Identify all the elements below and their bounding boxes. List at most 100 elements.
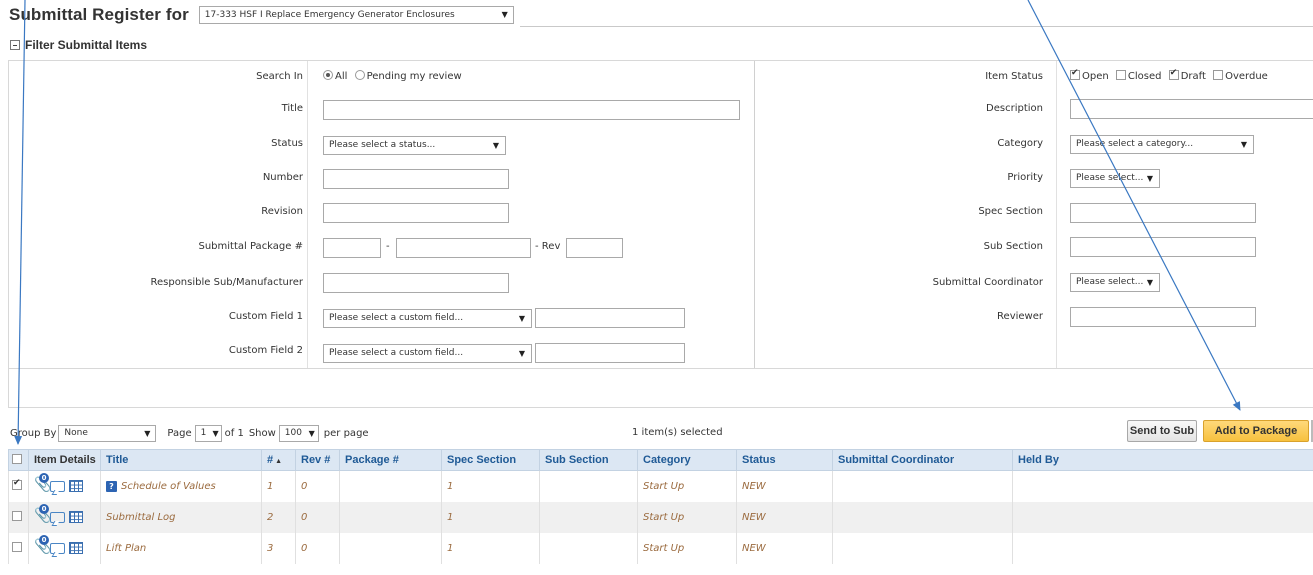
header-divider <box>520 26 1313 27</box>
custom-field-1-select[interactable]: Please select a custom field... ▼ <box>323 309 532 328</box>
col-status[interactable]: Status <box>736 449 833 471</box>
status-select[interactable]: Please select a status... ▼ <box>323 136 506 155</box>
col-category[interactable]: Category <box>637 449 737 471</box>
col-coordinator[interactable]: Submittal Coordinator <box>832 449 1013 471</box>
status-closed-label: Closed <box>1127 71 1162 82</box>
select-all-checkbox[interactable] <box>12 454 22 464</box>
spreadsheet-icon[interactable] <box>69 480 83 493</box>
package-number-input[interactable] <box>396 238 531 258</box>
attachment-icon[interactable]: 📎 0 <box>34 535 51 557</box>
title-input[interactable] <box>323 100 740 120</box>
attachment-icon[interactable]: 📎 0 <box>34 504 51 526</box>
per-page-select[interactable]: 100 ▼ <box>278 424 319 442</box>
project-select[interactable]: 17-333 HSF I Replace Emergency Generator… <box>198 6 514 24</box>
submittal-grid: Item Details Title # ▲ Rev # Package # Sp… <box>8 449 1313 564</box>
priority-select[interactable]: Please select... ▼ <box>1070 169 1160 188</box>
item-status-label: Item Status <box>985 71 1043 82</box>
chevron-down-icon: ▼ <box>501 10 508 19</box>
spec-section-cell: 1 <box>441 470 540 502</box>
package-prefix-input[interactable] <box>323 238 381 258</box>
status-overdue-checkbox[interactable] <box>1213 70 1224 80</box>
add-to-package-button[interactable]: Add to Package <box>1203 420 1309 442</box>
row-checkbox[interactable] <box>12 542 22 552</box>
status-open-checkbox[interactable] <box>1070 68 1080 80</box>
spec-section-cell: 1 <box>441 501 540 533</box>
custom-field-1-value: Please select a custom field... <box>329 313 464 323</box>
category-cell: Start Up <box>637 470 737 502</box>
held-by-cell <box>1012 470 1313 502</box>
custom-field-2-select[interactable]: Please select a custom field... ▼ <box>323 344 532 363</box>
status-label: Status <box>271 138 303 149</box>
status-closed-checkbox[interactable] <box>1115 70 1126 80</box>
show-label: Show <box>248 427 276 439</box>
row-select-cell <box>8 501 29 533</box>
chevron-down-icon: ▼ <box>518 314 525 323</box>
col-spec-section[interactable]: Spec Section <box>441 449 540 471</box>
search-in-pending-label: Pending my review <box>366 71 462 82</box>
col-sub-section[interactable]: Sub Section <box>539 449 638 471</box>
responsible-input[interactable] <box>323 273 509 293</box>
attachment-icon[interactable]: 📎 0 <box>34 473 51 495</box>
package-rev-input[interactable] <box>566 238 623 258</box>
spreadsheet-icon[interactable] <box>69 511 83 523</box>
col-rev[interactable]: Rev # <box>295 449 340 471</box>
col-number[interactable]: # ▲ <box>261 449 296 471</box>
held-by-cell <box>1012 501 1313 533</box>
col-held-by[interactable]: Held By <box>1012 449 1313 471</box>
sub-section-cell <box>539 532 638 564</box>
status-draft-checkbox[interactable] <box>1168 68 1179 80</box>
number-cell: 2 <box>261 501 296 533</box>
spreadsheet-icon[interactable] <box>69 542 83 554</box>
comment-icon[interactable] <box>50 542 65 554</box>
category-select[interactable]: Please select a category... ▼ <box>1070 135 1254 154</box>
package-rev-label: - Rev <box>535 241 561 252</box>
custom-field-1-input[interactable] <box>535 308 685 328</box>
revision-label: Revision <box>261 206 303 217</box>
reviewer-input[interactable] <box>1070 307 1256 327</box>
item-details-cell: 📎 0 <box>28 470 101 502</box>
package-dash: - <box>386 241 390 252</box>
row-checkbox[interactable] <box>12 511 22 521</box>
title-cell[interactable]: Lift Plan <box>100 532 262 564</box>
page-label: Page <box>167 427 192 439</box>
title-cell[interactable]: Submittal Log <box>100 501 262 533</box>
search-in-pending-radio[interactable] <box>354 70 365 80</box>
row-checkbox[interactable] <box>12 478 22 491</box>
selection-count: 1 item(s) selected <box>632 427 723 438</box>
attachment-count-badge: 0 <box>39 504 49 514</box>
spec-section-label: Spec Section <box>978 206 1043 217</box>
table-row[interactable]: 📎 0 Lift Plan 3 0 1 Start Up NEW <box>8 532 1313 564</box>
filter-section-toggle[interactable]: Filter Submittal Items <box>10 38 147 52</box>
spec-section-input[interactable] <box>1070 203 1256 223</box>
page-select[interactable]: 1 ▼ <box>194 424 222 442</box>
coordinator-select[interactable]: Please select... ▼ <box>1070 273 1160 292</box>
comment-icon[interactable] <box>50 511 65 523</box>
col-package[interactable]: Package # <box>339 449 442 471</box>
question-icon[interactable]: ? <box>106 480 117 492</box>
col-number-label: # <box>267 454 274 466</box>
category-label: Category <box>997 138 1043 149</box>
col-item-details[interactable]: Item Details <box>28 449 101 471</box>
table-row[interactable]: 📎 0 Submittal Log 2 0 1 Start Up NEW <box>8 501 1313 533</box>
table-row[interactable]: 📎0 ? Schedule of Values 1 0 1 Start Up NE… <box>8 470 1313 502</box>
col-title[interactable]: Title <box>100 449 262 471</box>
number-input[interactable] <box>323 169 509 189</box>
send-to-sub-button[interactable]: Send to Sub <box>1127 420 1197 442</box>
custom-field-2-input[interactable] <box>535 343 685 363</box>
search-in-all-label: All <box>335 71 348 82</box>
category-cell: Start Up <box>637 532 737 564</box>
title-cell[interactable]: ? Schedule of Values <box>100 470 262 502</box>
custom-field-2-label: Custom Field 2 <box>228 345 303 356</box>
comment-icon[interactable] <box>50 480 65 492</box>
revision-input[interactable] <box>323 203 509 223</box>
sub-section-input[interactable] <box>1070 237 1256 257</box>
rev-cell: 0 <box>295 470 340 502</box>
sort-ascending-icon: ▲ <box>275 458 283 465</box>
group-by-select[interactable]: None ▼ <box>58 424 157 442</box>
description-input[interactable] <box>1070 99 1313 119</box>
priority-label: Priority <box>1007 172 1043 183</box>
filter-actions-strip <box>8 368 1313 408</box>
search-in-all-radio[interactable] <box>323 70 333 80</box>
row-title: Schedule of Values <box>121 480 216 492</box>
coordinator-cell <box>832 501 1013 533</box>
